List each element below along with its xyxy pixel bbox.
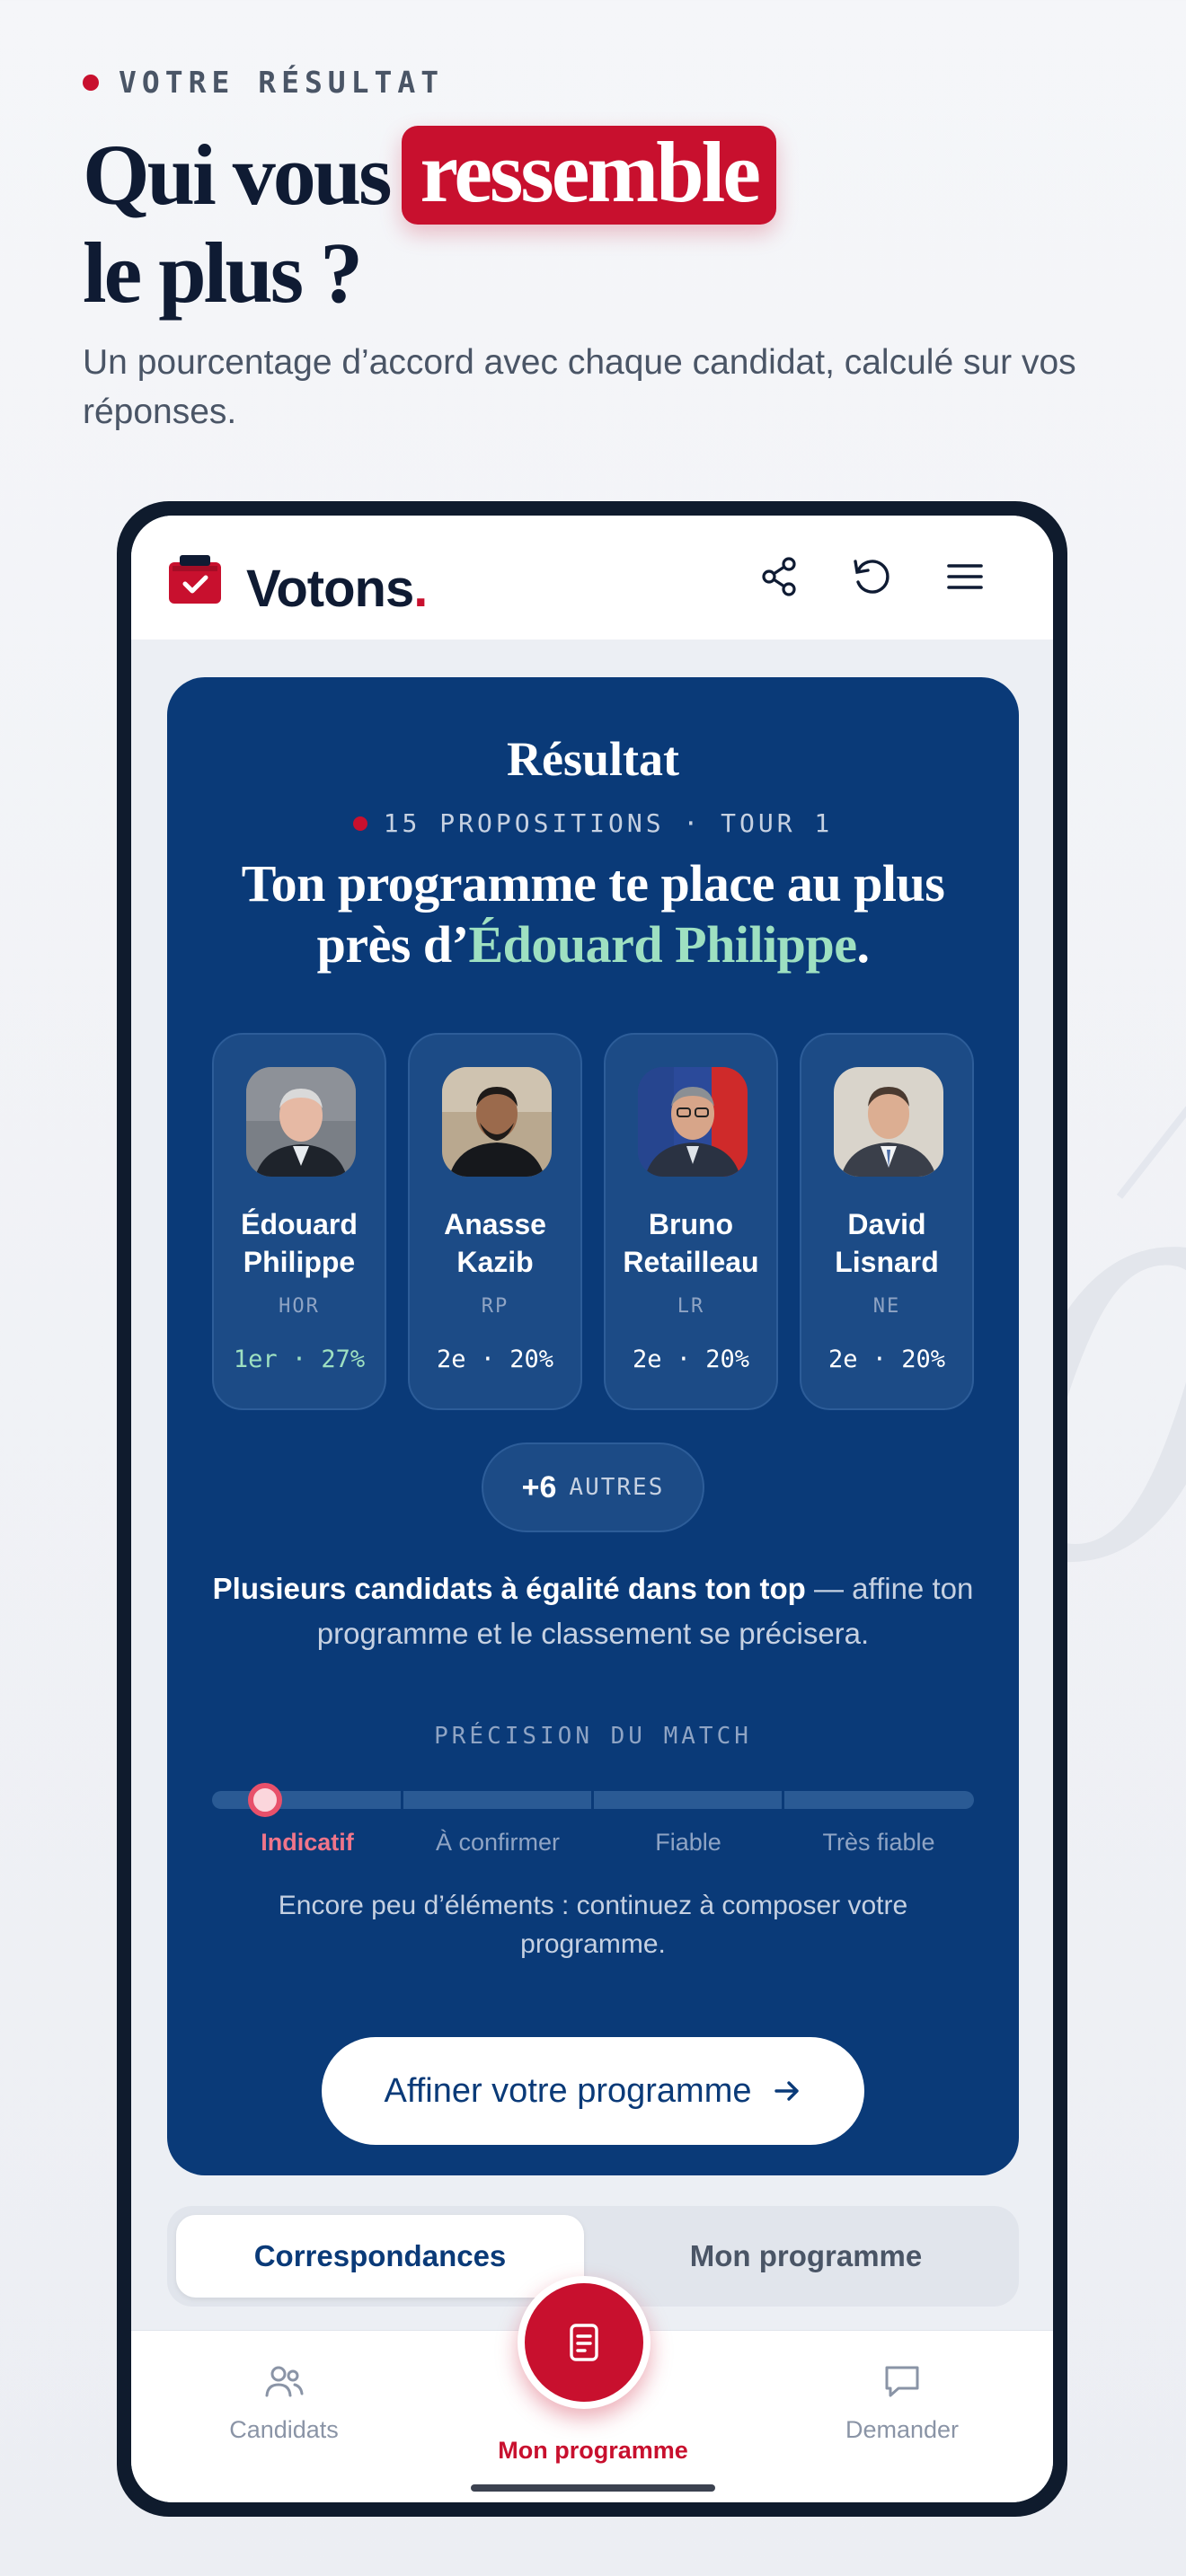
page-subtitle: Un pourcentage d’accord avec chaque cand… [83, 343, 1076, 431]
more-candidates-button[interactable]: +6 AUTRES [482, 1442, 704, 1532]
top-candidate-name: Édouard Philippe [468, 915, 857, 974]
share-icon[interactable] [755, 551, 805, 602]
precision-step-fiable: Fiable [655, 1829, 721, 1856]
headline-part1: Qui vous [83, 127, 392, 223]
users-icon [265, 2366, 304, 2397]
candidate-party: HOR [279, 1295, 320, 1318]
tie-message: Plusieurs candidats à égalité dans ton t… [212, 1572, 974, 1650]
precision-text: Encore peu d’éléments : continuez à comp… [278, 1891, 908, 1959]
eyebrow: VOTRE RÉSULTAT [83, 65, 444, 100]
phone-frame: Votons. Résultat 15 PROPOSITIONS · TOUR … [117, 501, 1067, 2517]
result-card: Résultat 15 PROPOSITIONS · TOUR 1 Ton pr… [167, 677, 1019, 2175]
more-count: +6 [521, 1469, 557, 1504]
refine-program-label: Affiner votre programme [384, 2071, 752, 2110]
phone-screen: Votons. Résultat 15 PROPOSITIONS · TOUR … [131, 516, 1053, 2502]
result-title: Résultat [507, 732, 679, 786]
document-icon [570, 2324, 598, 2361]
candidate-party: LR [677, 1295, 705, 1318]
app-topbar: Votons. [131, 516, 1053, 640]
candidate-card[interactable]: Anasse Kazib RP 2e · 20% [408, 1033, 582, 1410]
track-separator [401, 1791, 403, 1809]
track-separator [782, 1791, 784, 1809]
nav-item-demander[interactable]: Demander [785, 2360, 1019, 2444]
eyebrow-dot [83, 74, 99, 91]
candidate-name: Édouard Philippe [241, 1208, 358, 1278]
tab-mon-programme[interactable]: Mon programme [602, 2215, 1010, 2298]
precision-step-a-confirmer: À confirmer [435, 1829, 561, 1856]
nav-item-candidats[interactable]: Candidats [167, 2360, 401, 2444]
nav-label-demander: Demander [845, 2416, 960, 2443]
nav-item-mon-programme[interactable]: Mon programme [476, 2428, 710, 2465]
candidate-card[interactable]: Édouard Philippe HOR 1er · 27% [212, 1033, 386, 1410]
precision-step-indicatif: Indicatif [261, 1829, 354, 1856]
candidate-list: Édouard Philippe HOR 1er · 27% Anasse Ka… [212, 1033, 974, 1410]
home-indicator [471, 2484, 715, 2492]
candidate-rank: 2e · 20% [436, 1345, 554, 1373]
precision-label: PRÉCISION DU MATCH [434, 1723, 752, 1750]
mon-programme-fab[interactable] [518, 2276, 651, 2409]
app-brand[interactable]: Votons. [246, 559, 428, 619]
arrow-right-icon [774, 2081, 799, 2101]
candidate-rank: 1er · 27% [233, 1345, 366, 1373]
result-meta: 15 PROPOSITIONS · TOUR 1 [167, 808, 1019, 838]
headline-part2: le plus ? [83, 225, 363, 321]
menu-icon[interactable] [940, 551, 990, 602]
candidate-photo [638, 1067, 748, 1177]
candidate-name: Anasse Kazib [444, 1208, 546, 1278]
precision-track [212, 1783, 974, 1817]
candidate-card[interactable]: David Lisnard NE 2e · 20% [800, 1033, 974, 1410]
candidate-photo [246, 1067, 356, 1177]
meta-dot [352, 816, 367, 831]
nav-label-mon-programme: Mon programme [498, 2437, 688, 2464]
precision-step-tres-fiable: Très fiable [822, 1829, 935, 1856]
candidate-rank: 2e · 20% [828, 1345, 946, 1373]
eyebrow-label: VOTRE RÉSULTAT [119, 65, 445, 100]
candidate-party: RP [481, 1295, 509, 1318]
candidate-photo [834, 1067, 943, 1177]
candidate-rank: 2e · 20% [632, 1345, 750, 1373]
more-label: AUTRES [569, 1474, 665, 1501]
result-headline: Ton programme te place au plus près d’Éd… [241, 854, 945, 974]
precision-knob [248, 1783, 283, 1817]
refresh-icon[interactable] [846, 551, 897, 602]
refine-program-button[interactable]: Affiner votre programme [322, 2037, 864, 2145]
candidate-name: David Lisnard [835, 1208, 939, 1278]
chat-icon [885, 2366, 919, 2397]
result-meta-text: 15 PROPOSITIONS · TOUR 1 [383, 808, 834, 838]
candidate-party: NE [872, 1295, 901, 1318]
nav-label-candidats: Candidats [229, 2416, 339, 2443]
ballot-box-logo-icon [167, 553, 223, 605]
track-separator [591, 1791, 594, 1809]
precision-steps: Indicatif À confirmer Fiable Très fiable [212, 1829, 974, 1865]
candidate-name: Bruno Retailleau [623, 1208, 759, 1278]
headline-highlight: ressemble [402, 126, 776, 225]
page-headline: Qui vous ressemble le plus ? [83, 126, 776, 322]
candidate-card[interactable]: Bruno Retailleau LR 2e · 20% [604, 1033, 778, 1410]
tab-correspondances[interactable]: Correspondances [176, 2215, 584, 2298]
candidate-photo [442, 1067, 552, 1177]
